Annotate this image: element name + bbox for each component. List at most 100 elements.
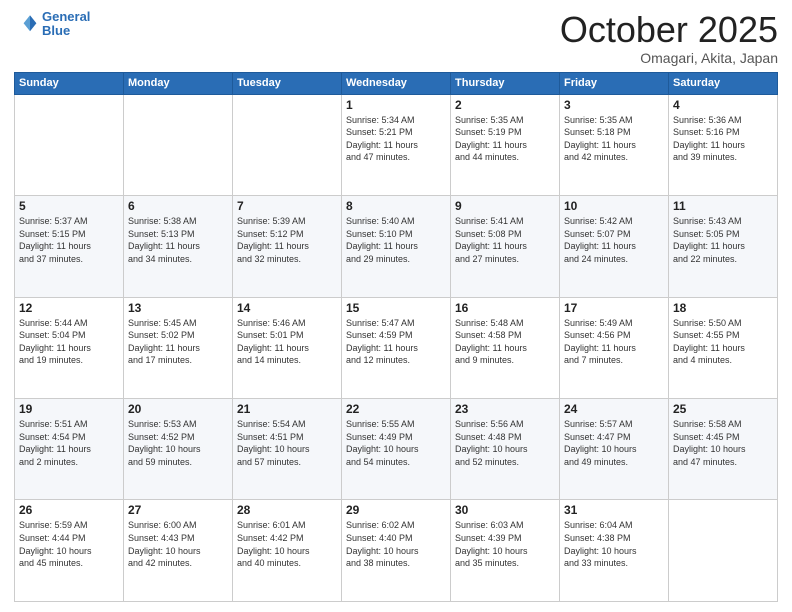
header-wednesday: Wednesday xyxy=(342,72,451,94)
calendar-cell: 6 Sunrise: 5:38 AM Sunset: 5:13 PM Daylig… xyxy=(124,196,233,297)
day-number: 9 xyxy=(455,199,555,213)
calendar-week-row: 19 Sunrise: 5:51 AM Sunset: 4:54 PM Dayli… xyxy=(15,399,778,500)
day-number: 5 xyxy=(19,199,119,213)
day-number: 17 xyxy=(564,301,664,315)
day-info: Sunrise: 5:48 AM Sunset: 4:58 PM Dayligh… xyxy=(455,317,555,367)
day-info: Sunrise: 5:46 AM Sunset: 5:01 PM Dayligh… xyxy=(237,317,337,367)
logo: General Blue xyxy=(14,10,90,39)
header-monday: Monday xyxy=(124,72,233,94)
day-number: 20 xyxy=(128,402,228,416)
day-number: 31 xyxy=(564,503,664,517)
calendar-week-row: 5 Sunrise: 5:37 AM Sunset: 5:15 PM Daylig… xyxy=(15,196,778,297)
day-info: Sunrise: 5:39 AM Sunset: 5:12 PM Dayligh… xyxy=(237,215,337,265)
calendar-week-row: 1 Sunrise: 5:34 AM Sunset: 5:21 PM Daylig… xyxy=(15,94,778,195)
day-info: Sunrise: 5:36 AM Sunset: 5:16 PM Dayligh… xyxy=(673,114,773,164)
day-info: Sunrise: 5:40 AM Sunset: 5:10 PM Dayligh… xyxy=(346,215,446,265)
calendar-cell xyxy=(124,94,233,195)
day-number: 4 xyxy=(673,98,773,112)
day-info: Sunrise: 5:49 AM Sunset: 4:56 PM Dayligh… xyxy=(564,317,664,367)
day-number: 13 xyxy=(128,301,228,315)
calendar-cell: 10 Sunrise: 5:42 AM Sunset: 5:07 PM Dayli… xyxy=(560,196,669,297)
day-number: 1 xyxy=(346,98,446,112)
day-number: 23 xyxy=(455,402,555,416)
day-info: Sunrise: 5:38 AM Sunset: 5:13 PM Dayligh… xyxy=(128,215,228,265)
day-info: Sunrise: 5:59 AM Sunset: 4:44 PM Dayligh… xyxy=(19,519,119,569)
calendar-cell: 27Sunrise: 6:00 AM Sunset: 4:43 PM Dayli… xyxy=(124,500,233,602)
calendar-cell: 5 Sunrise: 5:37 AM Sunset: 5:15 PM Daylig… xyxy=(15,196,124,297)
day-info: Sunrise: 6:01 AM Sunset: 4:42 PM Dayligh… xyxy=(237,519,337,569)
calendar-cell: 26 Sunrise: 5:59 AM Sunset: 4:44 PM Dayli… xyxy=(15,500,124,602)
calendar-cell: 11Sunrise: 5:43 AM Sunset: 5:05 PM Dayli… xyxy=(669,196,778,297)
calendar-cell xyxy=(15,94,124,195)
day-info: Sunrise: 5:44 AM Sunset: 5:04 PM Dayligh… xyxy=(19,317,119,367)
day-number: 26 xyxy=(19,503,119,517)
calendar-week-row: 12 Sunrise: 5:44 AM Sunset: 5:04 PM Dayli… xyxy=(15,297,778,398)
day-number: 3 xyxy=(564,98,664,112)
day-info: Sunrise: 5:45 AM Sunset: 5:02 PM Dayligh… xyxy=(128,317,228,367)
day-info: Sunrise: 5:34 AM Sunset: 5:21 PM Dayligh… xyxy=(346,114,446,164)
day-number: 7 xyxy=(237,199,337,213)
calendar-cell: 20 Sunrise: 5:53 AM Sunset: 4:52 PM Dayli… xyxy=(124,399,233,500)
calendar-cell: 13 Sunrise: 5:45 AM Sunset: 5:02 PM Dayli… xyxy=(124,297,233,398)
day-info: Sunrise: 5:56 AM Sunset: 4:48 PM Dayligh… xyxy=(455,418,555,468)
day-number: 6 xyxy=(128,199,228,213)
day-info: Sunrise: 5:35 AM Sunset: 5:19 PM Dayligh… xyxy=(455,114,555,164)
day-number: 27 xyxy=(128,503,228,517)
calendar-cell: 7 Sunrise: 5:39 AM Sunset: 5:12 PM Daylig… xyxy=(233,196,342,297)
day-info: Sunrise: 5:58 AM Sunset: 4:45 PM Dayligh… xyxy=(673,418,773,468)
header-thursday: Thursday xyxy=(451,72,560,94)
header-tuesday: Tuesday xyxy=(233,72,342,94)
day-info: Sunrise: 5:37 AM Sunset: 5:15 PM Dayligh… xyxy=(19,215,119,265)
day-number: 15 xyxy=(346,301,446,315)
day-number: 16 xyxy=(455,301,555,315)
calendar-header-row: Sunday Monday Tuesday Wednesday Thursday… xyxy=(15,72,778,94)
day-info: Sunrise: 5:43 AM Sunset: 5:05 PM Dayligh… xyxy=(673,215,773,265)
day-number: 8 xyxy=(346,199,446,213)
calendar-cell: 23 Sunrise: 5:56 AM Sunset: 4:48 PM Dayli… xyxy=(451,399,560,500)
calendar-cell: 19 Sunrise: 5:51 AM Sunset: 4:54 PM Dayli… xyxy=(15,399,124,500)
day-info: Sunrise: 5:50 AM Sunset: 4:55 PM Dayligh… xyxy=(673,317,773,367)
day-info: Sunrise: 5:54 AM Sunset: 4:51 PM Dayligh… xyxy=(237,418,337,468)
day-info: Sunrise: 6:04 AM Sunset: 4:38 PM Dayligh… xyxy=(564,519,664,569)
calendar-cell: 3 Sunrise: 5:35 AM Sunset: 5:18 PM Daylig… xyxy=(560,94,669,195)
day-number: 2 xyxy=(455,98,555,112)
calendar-table: Sunday Monday Tuesday Wednesday Thursday… xyxy=(14,72,778,602)
day-info: Sunrise: 5:42 AM Sunset: 5:07 PM Dayligh… xyxy=(564,215,664,265)
location-subtitle: Omagari, Akita, Japan xyxy=(560,50,778,66)
calendar-cell: 17 Sunrise: 5:49 AM Sunset: 4:56 PM Dayli… xyxy=(560,297,669,398)
calendar-cell: 2 Sunrise: 5:35 AM Sunset: 5:19 PM Daylig… xyxy=(451,94,560,195)
day-number: 10 xyxy=(564,199,664,213)
day-info: Sunrise: 6:02 AM Sunset: 4:40 PM Dayligh… xyxy=(346,519,446,569)
calendar-cell: 1 Sunrise: 5:34 AM Sunset: 5:21 PM Daylig… xyxy=(342,94,451,195)
calendar-cell: 31 Sunrise: 6:04 AM Sunset: 4:38 PM Dayli… xyxy=(560,500,669,602)
header-friday: Friday xyxy=(560,72,669,94)
month-title: October 2025 xyxy=(560,10,778,50)
day-info: Sunrise: 5:35 AM Sunset: 5:18 PM Dayligh… xyxy=(564,114,664,164)
calendar-cell: 4 Sunrise: 5:36 AM Sunset: 5:16 PM Daylig… xyxy=(669,94,778,195)
calendar-cell: 24 Sunrise: 5:57 AM Sunset: 4:47 PM Dayli… xyxy=(560,399,669,500)
day-number: 22 xyxy=(346,402,446,416)
calendar-cell: 29Sunrise: 6:02 AM Sunset: 4:40 PM Dayli… xyxy=(342,500,451,602)
day-number: 14 xyxy=(237,301,337,315)
calendar-cell: 9Sunrise: 5:41 AM Sunset: 5:08 PM Daylig… xyxy=(451,196,560,297)
day-number: 25 xyxy=(673,402,773,416)
title-section: October 2025 Omagari, Akita, Japan xyxy=(560,10,778,66)
day-number: 30 xyxy=(455,503,555,517)
calendar-cell xyxy=(669,500,778,602)
calendar-cell: 16 Sunrise: 5:48 AM Sunset: 4:58 PM Dayli… xyxy=(451,297,560,398)
day-info: Sunrise: 5:57 AM Sunset: 4:47 PM Dayligh… xyxy=(564,418,664,468)
header-saturday: Saturday xyxy=(669,72,778,94)
header-sunday: Sunday xyxy=(15,72,124,94)
calendar-cell xyxy=(233,94,342,195)
day-number: 12 xyxy=(19,301,119,315)
day-info: Sunrise: 5:51 AM Sunset: 4:54 PM Dayligh… xyxy=(19,418,119,468)
calendar-cell: 15Sunrise: 5:47 AM Sunset: 4:59 PM Dayli… xyxy=(342,297,451,398)
day-info: Sunrise: 5:55 AM Sunset: 4:49 PM Dayligh… xyxy=(346,418,446,468)
day-number: 18 xyxy=(673,301,773,315)
day-number: 19 xyxy=(19,402,119,416)
calendar-cell: 30Sunrise: 6:03 AM Sunset: 4:39 PM Dayli… xyxy=(451,500,560,602)
day-number: 21 xyxy=(237,402,337,416)
day-number: 24 xyxy=(564,402,664,416)
day-info: Sunrise: 5:53 AM Sunset: 4:52 PM Dayligh… xyxy=(128,418,228,468)
calendar-cell: 22 Sunrise: 5:55 AM Sunset: 4:49 PM Dayli… xyxy=(342,399,451,500)
